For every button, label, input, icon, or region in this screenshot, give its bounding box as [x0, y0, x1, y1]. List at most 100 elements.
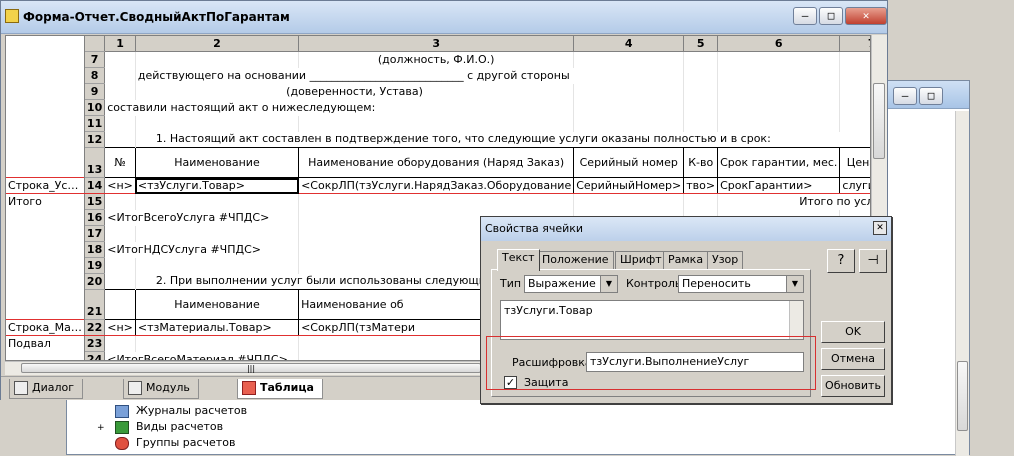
table-header-cell[interactable]: Срок гарантии, мес.	[717, 147, 841, 178]
corner-cell[interactable]	[84, 36, 106, 52]
table-row: 9 (доверенности, Устава)	[6, 83, 870, 100]
row-number[interactable]: 19	[84, 257, 106, 274]
calc-types-icon	[114, 420, 129, 434]
dialog-tab-text[interactable]: Текст	[497, 249, 540, 271]
cell[interactable]: тво>	[683, 177, 719, 194]
section-label[interactable]: Итого	[6, 193, 85, 210]
row-number[interactable]: 10	[84, 99, 106, 116]
control-select[interactable]: Переносить ▼	[678, 275, 804, 293]
table-header-cell[interactable]: Наименование оборудования (Наряд Заказ)	[298, 147, 575, 178]
cell[interactable]: СерийныйНомер>	[573, 177, 685, 194]
update-button[interactable]: Обновить	[821, 375, 885, 397]
cell[interactable]: <ИтогВсегоМатериал #ЧПДС>	[104, 351, 300, 360]
table-header-cell[interactable]: Цена, ру	[839, 147, 870, 178]
pin-button[interactable]: ⊣	[859, 249, 887, 273]
control-label: Контроль	[626, 277, 682, 290]
bg-scroll-thumb[interactable]	[957, 361, 968, 431]
maximize-button[interactable]: □	[819, 7, 843, 25]
tree-item-calc-groups[interactable]: Группы расчетов	[97, 435, 247, 451]
column-header[interactable]: 3	[298, 36, 575, 52]
bg-minimize-button[interactable]: —	[893, 87, 917, 105]
row-number[interactable]: 22	[84, 319, 106, 336]
table-header-cell[interactable]: №	[104, 147, 136, 178]
column-header[interactable]: 2	[135, 36, 300, 52]
row-number[interactable]: 20	[84, 273, 106, 290]
table-header-cell[interactable]: Наименование	[134, 147, 300, 178]
cell[interactable]: <н>	[104, 177, 136, 194]
cell[interactable]: <СокрЛП(тзУслуги.НарядЗаказ.Оборудование	[298, 177, 575, 194]
cell[interactable]: 1. Настоящий акт составлен в подтвержден…	[135, 131, 870, 148]
selected-cell[interactable]: <тзУслуги.Товар>	[135, 177, 300, 194]
cell[interactable]: СрокГарантии>	[717, 177, 841, 194]
bg-vertical-scrollbar[interactable]	[955, 111, 969, 456]
section-label[interactable]: Подвал	[6, 335, 85, 352]
horizontal-scroll-thumb[interactable]: |||	[21, 363, 481, 373]
table-row: Итого 15 Итого по услугам	[6, 193, 870, 210]
help-icon: ?	[837, 253, 845, 268]
tree-item-journals[interactable]: Журналы расчетов	[97, 403, 247, 419]
dialog-tab-position[interactable]: Положение	[537, 251, 614, 270]
tree-item-calc-types[interactable]: + Виды расчетов	[97, 419, 247, 435]
row-number[interactable]: 21	[84, 289, 106, 320]
chevron-down-icon: ▼	[786, 276, 803, 292]
cell[interactable]: <тзМатериалы.Товар>	[135, 319, 300, 336]
type-label: Тип	[500, 277, 522, 290]
cell[interactable]: действующего на основании ______________…	[135, 67, 685, 84]
row-number[interactable]: 18	[84, 241, 106, 258]
row-number[interactable]: 12	[84, 131, 106, 148]
minimize-button[interactable]: —	[793, 7, 817, 25]
table-row: 7 (должность, Ф.И.О.)	[6, 51, 870, 68]
tree-expander[interactable]: +	[97, 420, 111, 436]
column-header[interactable]: 5	[683, 36, 719, 52]
column-header[interactable]: 1	[104, 36, 136, 52]
table-header-cell[interactable]: Серийный номер	[573, 147, 685, 178]
tree: Журналы расчетов + Виды расчетов Группы …	[97, 403, 247, 451]
row-number[interactable]: 14	[84, 177, 106, 194]
help-button[interactable]: ?	[827, 249, 855, 273]
cell[interactable]: Итого по услугам	[717, 193, 870, 210]
section-label[interactable]: Строка_Ус…	[6, 177, 85, 194]
cell[interactable]: <ИтогВсегоУслуга #ЧПДС>	[104, 209, 300, 226]
text-area-scrollbar[interactable]	[789, 301, 803, 339]
section-label[interactable]: Строка_Ма…	[6, 319, 85, 336]
table-row: 12 1. Настоящий акт составлен в подтверж…	[6, 131, 870, 148]
dialog-tab-font[interactable]: Шрифт	[615, 251, 667, 270]
close-button[interactable]: ✕	[845, 7, 887, 25]
cancel-button[interactable]: Отмена	[821, 348, 885, 370]
cell[interactable]: <н>	[104, 319, 136, 336]
row-number[interactable]: 15	[84, 193, 106, 210]
text-area[interactable]: тзУслуги.Товар	[500, 300, 804, 340]
row-number[interactable]: 23	[84, 335, 106, 352]
table-row: 8 действующего на основании ____________…	[6, 67, 870, 84]
column-header[interactable]: 6	[717, 36, 841, 52]
vertical-scroll-thumb[interactable]	[873, 83, 885, 159]
tab-dialog[interactable]: Диалог	[9, 379, 84, 399]
dialog-tab-border[interactable]: Рамка	[663, 251, 709, 270]
row-number[interactable]: 24	[84, 351, 106, 360]
cell[interactable]: <ИтогНДСУслуга #ЧПДС>	[104, 241, 300, 258]
dialog-close-button[interactable]: ✕	[873, 221, 887, 235]
row-number[interactable]: 8	[84, 67, 106, 84]
row-number[interactable]: 7	[84, 51, 106, 68]
row-number[interactable]: 16	[84, 209, 106, 226]
dialog-tab-pattern[interactable]: Узор	[707, 251, 744, 270]
ok-button[interactable]: OK	[821, 321, 885, 343]
table-header-cell[interactable]: Наименование	[134, 289, 300, 320]
row-number[interactable]: 13	[84, 147, 106, 178]
cell[interactable]: слуги.Цен	[839, 177, 870, 194]
cell[interactable]: (доверенности, Устава)	[135, 83, 575, 100]
cell[interactable]: (должность, Ф.И.О.)	[298, 51, 575, 68]
row-number[interactable]: 9	[84, 83, 106, 100]
column-header[interactable]: 4	[573, 36, 685, 52]
column-header[interactable]: 7	[839, 36, 870, 52]
row-number[interactable]: 17	[84, 225, 106, 242]
table-header-cell[interactable]: К-во	[683, 147, 719, 178]
window-title: Форма-Отчет.СводныйАктПоГарантам	[23, 10, 290, 24]
tab-module[interactable]: Модуль	[123, 379, 199, 399]
cell[interactable]: составили настоящий акт о нижеследующем:	[104, 99, 575, 116]
bg-maximize-button[interactable]: □	[919, 87, 943, 105]
table-row: Строка_Ус… 14 <н> <тзУслуги.Товар> <Сокр…	[6, 177, 870, 194]
type-select[interactable]: Выражение ▼	[524, 275, 618, 293]
row-number[interactable]: 11	[84, 115, 106, 132]
tab-table[interactable]: Таблица	[237, 379, 323, 399]
